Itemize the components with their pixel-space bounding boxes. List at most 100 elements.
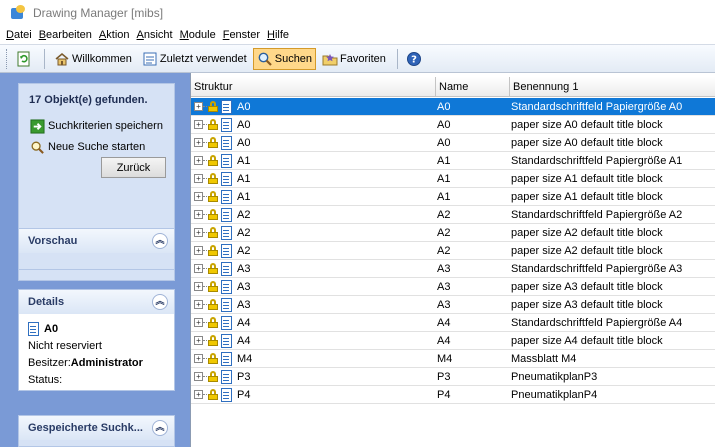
struktur-text: A2: [237, 244, 251, 257]
cell-struktur: + A3: [194, 296, 436, 313]
table-row[interactable]: + A2 A2 paper size A2 default title block: [191, 242, 715, 260]
saved-searches-header[interactable]: Gespeicherte Suchk... ︽: [19, 416, 174, 440]
recent-icon: [142, 51, 158, 67]
cell-name: A4: [437, 316, 451, 329]
table-row[interactable]: + A3 A3 paper size A3 default title block: [191, 296, 715, 314]
lock-icon: [208, 245, 218, 256]
document-icon: [221, 99, 233, 114]
menu-datei[interactable]: Datei: [6, 29, 32, 41]
table-row[interactable]: + P3 P3 PneumatikplanP3: [191, 368, 715, 386]
welcome-button[interactable]: Willkommen: [50, 48, 136, 70]
table-row[interactable]: + A1 A1 paper size A1 default title block: [191, 188, 715, 206]
expand-icon[interactable]: +: [194, 282, 203, 291]
lock-icon: [208, 101, 218, 112]
save-criteria-link[interactable]: Suchkriterien speichern: [29, 118, 163, 134]
document-icon: [221, 387, 233, 402]
expand-icon[interactable]: +: [194, 354, 203, 363]
collapse-icon[interactable]: ︽: [152, 420, 168, 436]
recent-button[interactable]: Zuletzt verwendet: [138, 48, 251, 70]
column-header-name[interactable]: Name: [436, 77, 510, 97]
cell-benennung: paper size A3 default title block: [511, 298, 663, 311]
cell-benennung: paper size A3 default title block: [511, 280, 663, 293]
preview-card: Vorschau ︽: [18, 228, 175, 270]
struktur-text: A1: [237, 190, 251, 203]
expand-icon[interactable]: +: [194, 174, 203, 183]
toolbar: Willkommen Zuletzt verwendet Suchen Favo…: [0, 44, 715, 73]
new-search-link[interactable]: Neue Suche starten: [29, 139, 145, 155]
expand-icon[interactable]: +: [194, 138, 203, 147]
cell-benennung: Standardschriftfeld Papiergröße A2: [511, 208, 683, 221]
table-row[interactable]: + A0 A0 paper size A0 default title block: [191, 134, 715, 152]
expand-icon[interactable]: +: [194, 246, 203, 255]
table-row[interactable]: + A0 A0 paper size A0 default title block: [191, 116, 715, 134]
lock-icon: [208, 317, 218, 328]
expand-icon[interactable]: +: [194, 300, 203, 309]
help-button[interactable]: ?: [403, 48, 427, 70]
tree-line: [203, 376, 207, 377]
table-row[interactable]: + A2 A2 paper size A2 default title block: [191, 224, 715, 242]
cell-name: A2: [437, 226, 451, 239]
cell-benennung: paper size A1 default title block: [511, 172, 663, 185]
preview-title: Vorschau: [28, 235, 78, 247]
owner-label: Besitzer:: [28, 356, 71, 369]
expand-icon[interactable]: +: [194, 318, 203, 327]
expand-icon[interactable]: +: [194, 264, 203, 273]
details-object-row: A0: [28, 320, 174, 337]
preview-header[interactable]: Vorschau ︽: [19, 229, 174, 253]
tree-line: [203, 250, 207, 251]
table-row[interactable]: + A2 A2 Standardschriftfeld Papiergröße A2: [191, 206, 715, 224]
table-row[interactable]: + A4 A4 paper size A4 default title block: [191, 332, 715, 350]
expand-icon[interactable]: +: [194, 336, 203, 345]
table-row[interactable]: + M4 M4 Massblatt M4: [191, 350, 715, 368]
tree-line: [203, 214, 207, 215]
menu-hilfe[interactable]: Hilfe: [267, 29, 289, 41]
collapse-icon[interactable]: ︽: [152, 233, 168, 249]
table-row[interactable]: + A3 A3 paper size A3 default title block: [191, 278, 715, 296]
cell-benennung: paper size A4 default title block: [511, 334, 663, 347]
cell-name: A2: [437, 244, 451, 257]
struktur-text: P3: [237, 370, 251, 383]
expand-icon[interactable]: +: [194, 210, 203, 219]
table-row[interactable]: + A3 A3 Standardschriftfeld Papiergröße A3: [191, 260, 715, 278]
expand-icon[interactable]: +: [194, 372, 203, 381]
menu-ansicht[interactable]: Ansicht: [137, 29, 173, 41]
column-header-struktur[interactable]: Struktur: [191, 77, 436, 97]
menu-bearbeiten[interactable]: Bearbeiten: [39, 29, 92, 41]
table-row[interactable]: + A1 A1 Standardschriftfeld Papiergröße A1: [191, 152, 715, 170]
table-row[interactable]: + A0 A0 Standardschriftfeld Papiergröße A0: [191, 98, 715, 116]
cell-name: P3: [437, 370, 451, 383]
menu-aktion[interactable]: Aktion: [99, 29, 130, 41]
details-header[interactable]: Details ︽: [19, 290, 174, 314]
table-row[interactable]: + P4 P4 PneumatikplanP4: [191, 386, 715, 404]
expand-icon[interactable]: +: [194, 156, 203, 165]
back-button[interactable]: Zurück: [101, 157, 166, 178]
expand-icon[interactable]: +: [194, 102, 203, 111]
toolbar-grip[interactable]: [6, 48, 9, 69]
expand-icon[interactable]: +: [194, 390, 203, 399]
search-button[interactable]: Suchen: [252, 47, 317, 70]
document-icon: [28, 321, 40, 336]
cell-benennung: Standardschriftfeld Papiergröße A4: [511, 316, 683, 329]
collapse-icon[interactable]: ︽: [152, 294, 168, 310]
details-reserved: Nicht reserviert: [28, 339, 102, 352]
document-icon: [221, 243, 233, 258]
saved-searches-card: Gespeicherte Suchk... ︽: [18, 415, 175, 447]
menu-module[interactable]: Module: [180, 29, 216, 41]
expand-icon[interactable]: +: [194, 228, 203, 237]
tree-line: [203, 160, 207, 161]
refresh-button[interactable]: [13, 48, 37, 70]
column-header-benennung[interactable]: Benennung 1: [510, 77, 715, 97]
favorites-button[interactable]: Favoriten: [318, 48, 390, 70]
lock-icon: [208, 191, 218, 202]
expand-icon[interactable]: +: [194, 192, 203, 201]
lock-icon: [208, 209, 218, 220]
table-row[interactable]: + A1 A1 paper size A1 default title block: [191, 170, 715, 188]
tree-line: [203, 196, 207, 197]
cell-name: A3: [437, 280, 451, 293]
menu-fenster[interactable]: Fenster: [223, 29, 260, 41]
document-icon: [221, 351, 233, 366]
help-icon: ?: [406, 51, 422, 67]
table-row[interactable]: + A4 A4 Standardschriftfeld Papiergröße A4: [191, 314, 715, 332]
expand-icon[interactable]: +: [194, 120, 203, 129]
task-pane: 17 Objekt(e) gefunden. Suchkriterien spe…: [0, 73, 190, 447]
